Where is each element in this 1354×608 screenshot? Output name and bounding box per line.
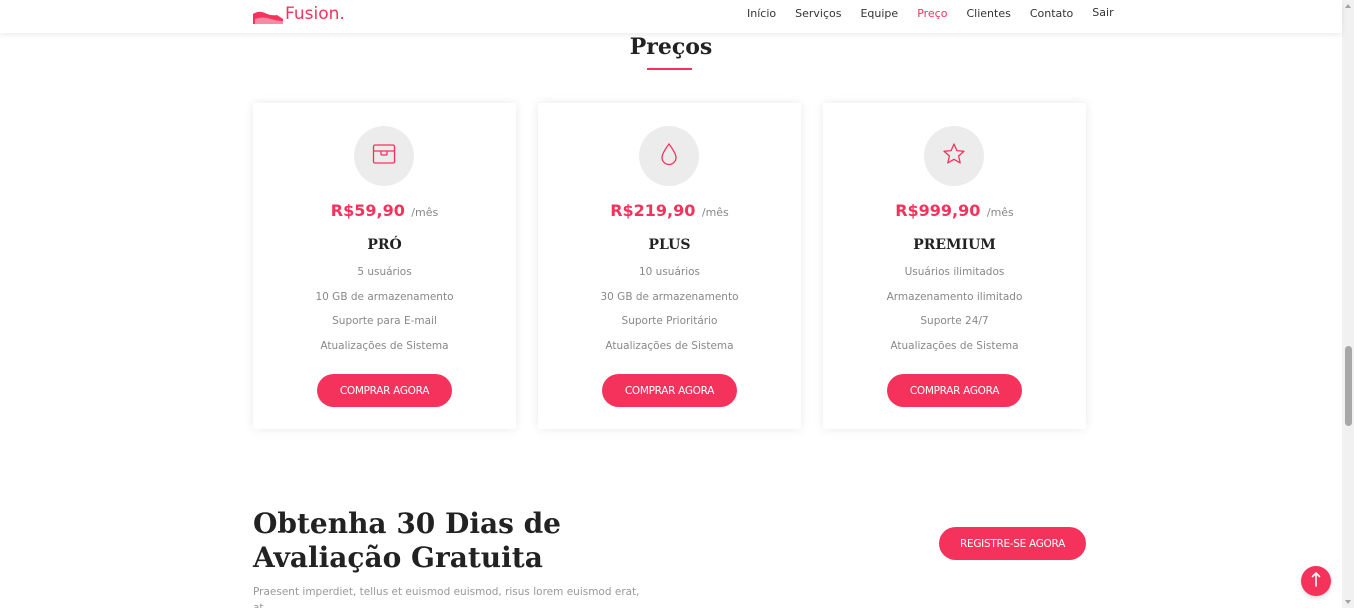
logo[interactable]: Fusion. [253, 4, 345, 24]
main-nav: Início Serviços Equipe Preço Clientes Co… [747, 6, 1114, 21]
feature-item: Atualizações de Sistema [890, 339, 1019, 352]
nav-link-inicio[interactable]: Início [747, 7, 776, 21]
feature-item: Armazenamento ilimitado [886, 290, 1023, 303]
plan-icon-circle [354, 126, 414, 186]
feature-item: Suporte 24/7 [920, 315, 989, 327]
nav-link-servicos[interactable]: Serviços [795, 7, 841, 21]
pricing-card-premium: R$999,90 /mês PREMIUM Usuários ilimitado… [823, 103, 1086, 429]
pricing-card-plus: R$219,90 /mês PLUS 10 usuários 30 GB de … [538, 103, 801, 429]
nav-link-contato[interactable]: Contato [1030, 7, 1073, 21]
star-icon [942, 142, 966, 171]
pricing-card-pro: R$59,90 /mês PRÓ 5 usuários 10 GB de arm… [253, 103, 516, 429]
feature-item: 5 usuários [357, 266, 412, 278]
logo-mark-icon [253, 4, 283, 24]
feature-item: Usuários ilimitados [904, 266, 1005, 278]
scroll-up-icon[interactable] [1345, 4, 1351, 8]
plan-name: PREMIUM [913, 237, 996, 253]
plan-period: /mês [701, 206, 729, 219]
plan-name: PLUS [648, 237, 691, 253]
feature-item: Suporte Prioritário [621, 315, 718, 327]
pricing-title: Preços [629, 34, 713, 60]
buy-now-button[interactable]: COMPRAR AGORA [602, 374, 737, 407]
plan-icon-circle [924, 126, 984, 186]
price-line: R$219,90 /mês [538, 201, 801, 221]
page-scrollbar[interactable] [1342, 0, 1354, 608]
plan-period: /mês [411, 206, 439, 219]
feature-item: Atualizações de Sistema [605, 339, 734, 352]
plan-price: R$999,90 [895, 201, 981, 220]
price-line: R$999,90 /mês [823, 201, 1086, 221]
back-to-top-button[interactable] [1301, 566, 1331, 596]
droplet-icon [659, 142, 679, 171]
feature-item: 10 usuários [638, 266, 701, 278]
feature-list: 5 usuários 10 GB de armazenamento Suport… [253, 265, 516, 363]
feature-list: Usuários ilimitados Armazenamento ilimit… [823, 265, 1086, 363]
feature-item: Suporte para E-mail [332, 315, 437, 327]
title-underline [647, 68, 692, 70]
plan-period: /mês [986, 206, 1014, 219]
arrow-up-icon [1311, 571, 1321, 592]
nav-link-preco[interactable]: Preço [917, 7, 947, 21]
nav-link-clientes[interactable]: Clientes [966, 7, 1010, 21]
register-button[interactable]: REGISTRE-SE AGORA [939, 527, 1086, 560]
cta-text: Praesent imperdiet, tellus et euismod eu… [253, 586, 640, 608]
feature-item: 30 GB de armazenamento [600, 290, 739, 303]
scroll-thumb[interactable] [1345, 346, 1352, 426]
nav-link-sair[interactable]: Sair [1092, 6, 1113, 20]
box-icon [372, 143, 396, 170]
feature-item: Atualizações de Sistema [320, 339, 449, 352]
navbar: Fusion. Início Serviços Equipe Preço Cli… [0, 0, 1342, 33]
plan-icon-circle [639, 126, 699, 186]
plan-price: R$59,90 [330, 201, 405, 220]
price-line: R$59,90 /mês [253, 201, 516, 221]
plan-name: PRÓ [367, 237, 402, 253]
buy-now-button[interactable]: COMPRAR AGORA [317, 374, 452, 407]
feature-item: 10 GB de armazenamento [315, 290, 454, 303]
plan-price: R$219,90 [610, 201, 696, 220]
feature-list: 10 usuários 30 GB de armazenamento Supor… [538, 265, 801, 363]
scroll-down-icon[interactable] [1345, 600, 1351, 604]
brand-name: Fusion. [285, 4, 345, 24]
nav-link-equipe[interactable]: Equipe [860, 7, 898, 21]
buy-now-button[interactable]: COMPRAR AGORA [887, 374, 1022, 407]
cta-title: Obtenha 30 Dias de Avaliação Gratuita [253, 507, 561, 574]
